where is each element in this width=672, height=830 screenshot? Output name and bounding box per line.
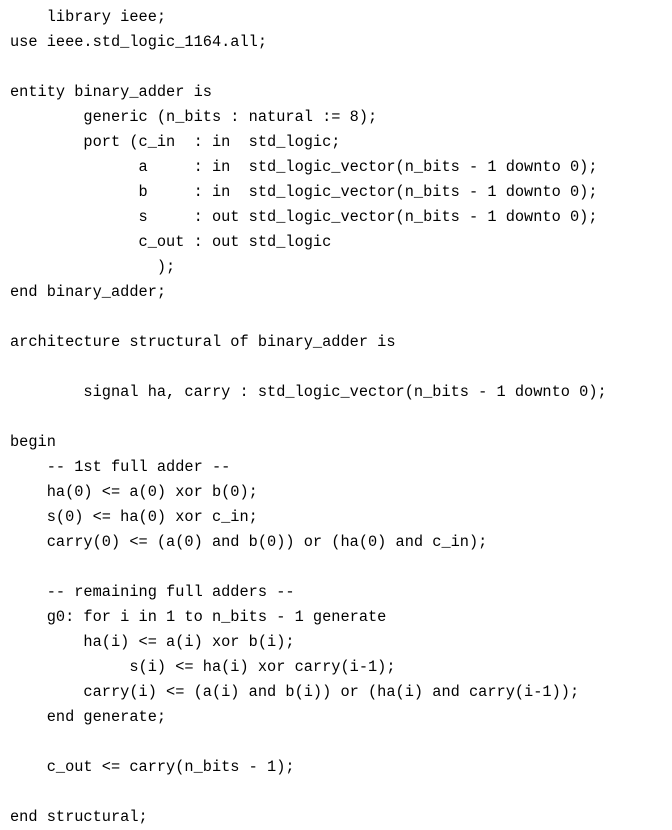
vhdl-source-code-listing: library ieee; use ieee.std_logic_1164.al… — [0, 0, 672, 826]
